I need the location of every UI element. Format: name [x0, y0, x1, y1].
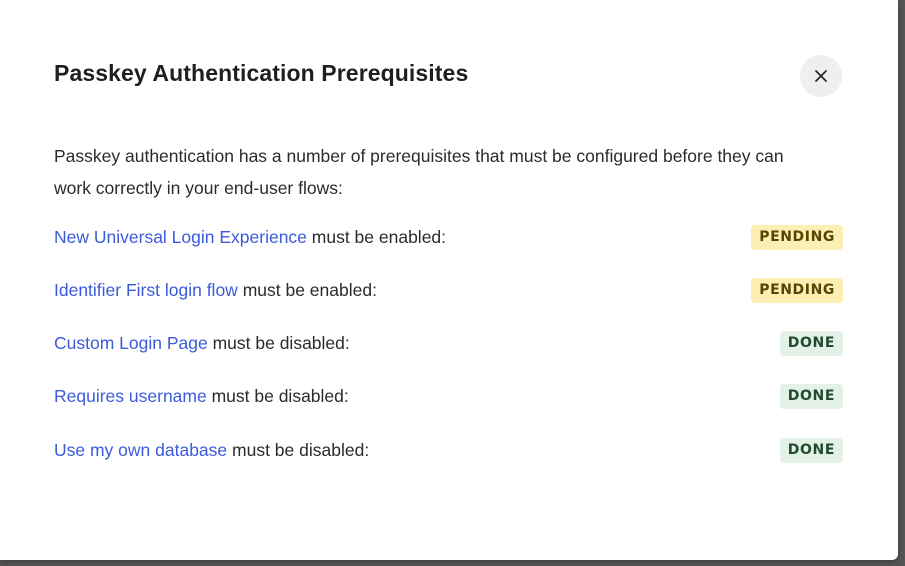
modal-description: Passkey authentication has a number of p… — [54, 146, 784, 198]
prerequisite-row-identifier-first: Identifier First login flow must be enab… — [54, 276, 843, 304]
prerequisite-text: Use my own database must be disabled: — [54, 440, 369, 461]
prerequisite-row-own-database: Use my own database must be disabled: DO… — [54, 436, 843, 464]
status-badge: PENDING — [751, 277, 843, 303]
status-badge: DONE — [779, 437, 843, 463]
prerequisite-condition: must be disabled: — [206, 385, 349, 406]
prerequisite-condition: must be disabled: — [227, 439, 370, 460]
prerequisite-row-requires-username: Requires username must be disabled: DONE — [54, 382, 843, 410]
status-badge: DONE — [779, 330, 843, 356]
universal-login-link[interactable]: New Universal Login Experience — [54, 227, 307, 247]
prerequisite-condition: must be enabled: — [237, 279, 377, 300]
prerequisite-text: New Universal Login Experience must be e… — [54, 227, 446, 248]
prerequisite-condition: must be enabled: — [306, 226, 447, 247]
close-button[interactable] — [800, 55, 842, 97]
prerequisites-modal: Passkey Authentication Prerequisites Pas… — [0, 0, 898, 560]
custom-login-page-link[interactable]: Custom Login Page — [54, 333, 208, 353]
status-badge: DONE — [779, 383, 843, 409]
identifier-first-link[interactable]: Identifier First login flow — [54, 280, 238, 300]
prerequisite-text: Custom Login Page must be disabled: — [54, 333, 350, 354]
prerequisite-text: Requires username must be disabled: — [54, 386, 349, 407]
prerequisite-text: Identifier First login flow must be enab… — [54, 280, 377, 301]
prerequisite-condition: must be disabled: — [207, 332, 350, 353]
prerequisite-row-universal-login: New Universal Login Experience must be e… — [54, 223, 843, 251]
prerequisite-row-custom-login-page: Custom Login Page must be disabled: DONE — [54, 329, 843, 357]
modal-title: Passkey Authentication Prerequisites — [54, 60, 469, 86]
requires-username-link[interactable]: Requires username — [54, 386, 207, 406]
close-icon — [815, 70, 827, 82]
use-own-database-link[interactable]: Use my own database — [54, 440, 227, 460]
status-badge: PENDING — [751, 224, 843, 250]
